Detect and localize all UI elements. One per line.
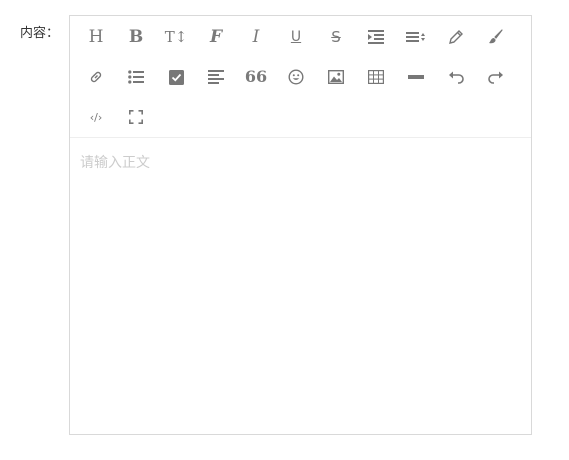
quote-button[interactable]: 66 xyxy=(241,63,271,91)
image-icon xyxy=(328,70,344,84)
align-left-icon xyxy=(208,70,224,84)
table-icon xyxy=(368,70,384,84)
font-family-icon: F xyxy=(209,26,223,47)
strikethrough-button[interactable]: S xyxy=(321,23,351,51)
indent-icon xyxy=(368,30,384,44)
font-size-icon: T↕ xyxy=(164,27,188,46)
line-height-button[interactable] xyxy=(401,23,431,51)
fullscreen-button[interactable] xyxy=(121,103,151,131)
fullscreen-icon xyxy=(129,110,143,124)
code-icon: ‹/› xyxy=(89,110,103,124)
bold-button[interactable]: B xyxy=(121,23,151,51)
line-height-icon xyxy=(406,32,425,42)
emoji-icon xyxy=(288,69,304,85)
divider-button[interactable] xyxy=(401,63,431,91)
background-color-icon xyxy=(489,29,503,44)
bulleted-list-button[interactable] xyxy=(121,63,151,91)
font-size-button[interactable]: T↕ xyxy=(161,23,191,51)
underline-icon: U xyxy=(290,29,302,45)
table-button[interactable] xyxy=(361,63,391,91)
link-icon xyxy=(90,71,102,83)
font-family-button[interactable]: F xyxy=(201,23,231,51)
background-color-button[interactable] xyxy=(481,23,511,51)
italic-icon: I xyxy=(252,26,260,47)
editor-placeholder: 请输入正文 xyxy=(80,155,150,171)
rich-text-editor: H B T↕ F I U S 66 ‹/› 请输入正文 xyxy=(69,15,532,435)
bulleted-list-icon xyxy=(128,70,144,84)
undo-icon xyxy=(449,71,464,84)
image-button[interactable] xyxy=(321,63,351,91)
todo-button[interactable] xyxy=(161,63,191,91)
indent-button[interactable] xyxy=(361,23,391,51)
strikethrough-icon: S xyxy=(331,27,341,46)
content-field-label: 内容： xyxy=(20,26,60,41)
editor-toolbar: H B T↕ F I U S 66 ‹/› xyxy=(70,16,531,138)
undo-button[interactable] xyxy=(441,63,471,91)
emoji-button[interactable] xyxy=(281,63,311,91)
quote-icon: 66 xyxy=(244,67,268,86)
divider-icon xyxy=(408,75,424,79)
heading-button[interactable]: H xyxy=(81,23,111,51)
bold-icon: B xyxy=(128,26,144,47)
todo-checkbox-icon xyxy=(168,69,184,85)
redo-button[interactable] xyxy=(481,63,511,91)
font-color-button[interactable] xyxy=(441,23,471,51)
heading-icon: H xyxy=(88,26,104,47)
redo-icon xyxy=(488,71,503,84)
font-color-icon xyxy=(449,30,463,44)
code-button[interactable]: ‹/› xyxy=(81,103,111,131)
underline-button[interactable]: U xyxy=(281,23,311,51)
editor-content-area[interactable]: 请输入正文 xyxy=(70,138,531,434)
italic-button[interactable]: I xyxy=(241,23,271,51)
align-button[interactable] xyxy=(201,63,231,91)
link-button[interactable] xyxy=(81,63,111,91)
